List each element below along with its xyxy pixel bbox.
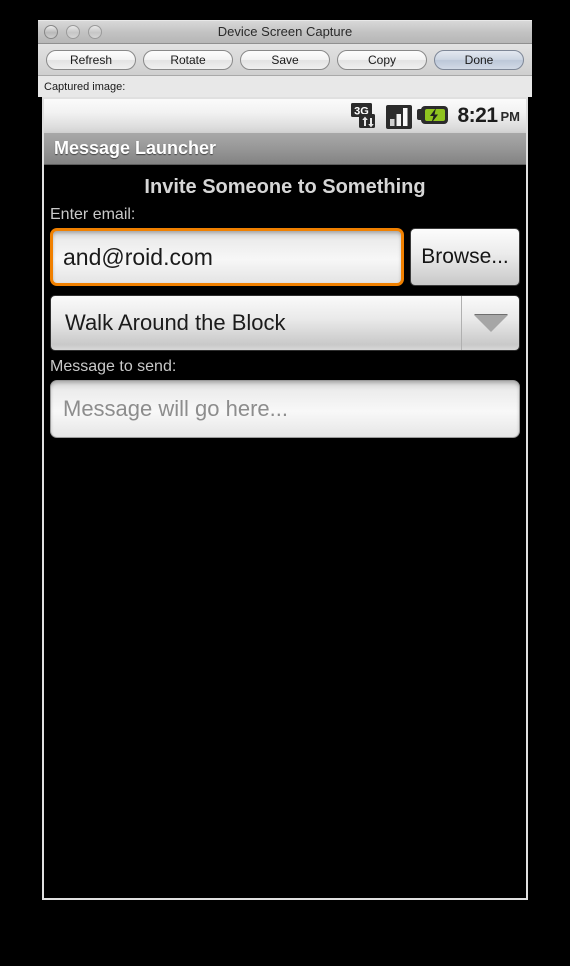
android-status-bar: 3G 8:21 PM [44, 99, 526, 133]
battery-charging-icon [417, 106, 449, 124]
done-button[interactable]: Done [434, 49, 524, 70]
page-heading: Invite Someone to Something [144, 176, 426, 198]
browse-button[interactable]: Browse... [410, 228, 520, 286]
app-content: Invite Someone to Something Enter email:… [44, 165, 526, 438]
refresh-button[interactable]: Refresh [46, 49, 136, 70]
message-label: Message to send: [50, 358, 177, 375]
status-bar-clock: 8:21 [457, 104, 498, 127]
email-input-value: and@roid.com [63, 243, 213, 270]
device-screen-capture-window: Device Screen Capture Refresh Rotate Sav… [38, 20, 532, 914]
email-input[interactable]: and@roid.com [50, 228, 404, 286]
activity-spinner-value: Walk Around the Block [65, 310, 286, 335]
signal-bars-icon [386, 105, 413, 129]
captured-image-frame: 3G 8:21 PM Message Launcher Invite Someo… [42, 97, 528, 900]
status-bar-ampm: PM [500, 108, 521, 124]
message-input[interactable]: Message will go here... [50, 380, 520, 438]
3g-data-icon: 3G [351, 103, 376, 128]
email-row: and@roid.com Browse... [50, 228, 520, 286]
copy-button[interactable]: Copy [337, 49, 427, 70]
captured-image-label: Captured image: [38, 76, 532, 97]
window-titlebar: Device Screen Capture [38, 20, 532, 44]
android-screen: 3G 8:21 PM Message Launcher Invite Someo… [44, 99, 526, 898]
message-input-placeholder: Message will go here... [63, 396, 288, 421]
window-toolbar: Refresh Rotate Save Copy Done [38, 44, 532, 76]
chevron-down-icon [461, 296, 519, 350]
window-title: Device Screen Capture [217, 24, 353, 39]
email-label: Enter email: [50, 206, 136, 223]
save-button[interactable]: Save [240, 49, 330, 70]
rotate-button[interactable]: Rotate [143, 49, 233, 70]
app-titlebar: Message Launcher [44, 133, 526, 165]
app-title: Message Launcher [54, 138, 217, 158]
activity-spinner[interactable]: Walk Around the Block [50, 295, 520, 351]
